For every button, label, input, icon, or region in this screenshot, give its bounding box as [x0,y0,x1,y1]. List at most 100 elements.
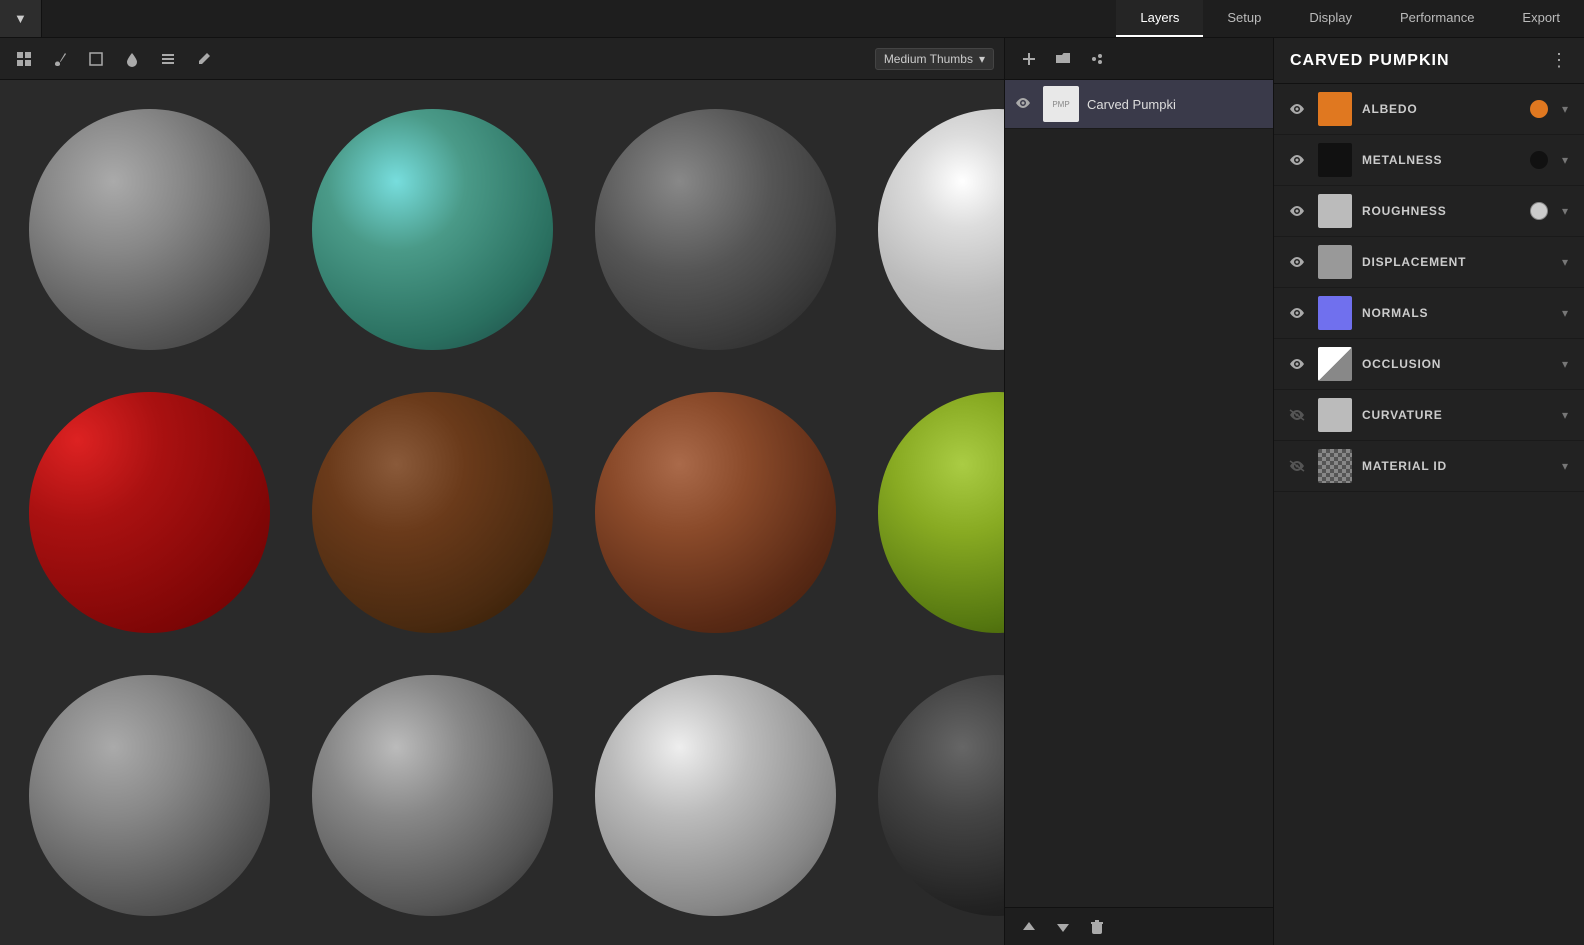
channel-normals[interactable]: NORMALS ▾ [1274,288,1584,339]
sphere-preview [878,109,1004,349]
square-icon[interactable] [82,45,110,73]
list-item[interactable] [291,88,574,371]
channel-material-id[interactable]: MATERIAL ID ▾ [1274,441,1584,492]
roughness-expand-icon[interactable]: ▾ [1558,204,1572,218]
metalness-label: METALNESS [1362,153,1520,167]
nav-dropdown[interactable]: ▼ [0,0,42,37]
channel-roughness[interactable]: ROUGHNESS ▾ [1274,186,1584,237]
displacement-eye-icon[interactable] [1286,256,1308,268]
channel-displacement[interactable]: DISPLACEMENT ▾ [1274,237,1584,288]
tab-layers[interactable]: Layers [1116,0,1203,37]
pencil-icon[interactable] [190,45,218,73]
list-item[interactable] [8,88,291,371]
nav-tabs: Layers Setup Display Performance Export [1116,0,1584,37]
materials-panel: Medium Thumbs ▾ [0,38,1004,945]
curvature-eye-icon[interactable] [1286,409,1308,421]
tab-setup[interactable]: Setup [1203,0,1285,37]
occlusion-label: OCCLUSION [1362,357,1548,371]
layers-panel: PMP Carved Pumpki [1004,38,1274,945]
normals-label: NORMALS [1362,306,1548,320]
tab-display[interactable]: Display [1285,0,1376,37]
list-item[interactable] [857,654,1004,937]
material-id-expand-icon[interactable]: ▾ [1558,459,1572,473]
main-area: Medium Thumbs ▾ [0,38,1584,945]
normals-thumbnail [1318,296,1352,330]
add-layer-icon[interactable] [1015,45,1043,73]
channel-curvature[interactable]: CURVATURE ▾ [1274,390,1584,441]
sphere-preview [312,392,552,632]
dropdown-chevron-icon: ▾ [979,52,985,66]
occlusion-expand-icon[interactable]: ▾ [1558,357,1572,371]
material-id-eye-icon[interactable] [1286,460,1308,472]
roughness-label: ROUGHNESS [1362,204,1520,218]
occlusion-thumbnail [1318,347,1352,381]
sphere-preview [595,109,835,349]
list-item[interactable] [574,371,857,654]
properties-panel: CARVED PUMPKIN ⋮ ALBEDO ▾ [1274,38,1584,945]
tab-performance[interactable]: Performance [1376,0,1498,37]
materials-toolbar: Medium Thumbs ▾ [0,38,1004,80]
albedo-expand-icon[interactable]: ▾ [1558,102,1572,116]
list-item[interactable] [291,371,574,654]
occlusion-eye-icon[interactable] [1286,358,1308,370]
layers-toolbar [1005,38,1273,80]
metalness-expand-icon[interactable]: ▾ [1558,153,1572,167]
normals-eye-icon[interactable] [1286,307,1308,319]
metalness-eye-icon[interactable] [1286,154,1308,166]
displacement-label: DISPLACEMENT [1362,255,1548,269]
move-up-icon[interactable] [1015,913,1043,941]
list-item[interactable] [574,654,857,937]
list-item[interactable] [291,654,574,937]
list-item[interactable] [857,371,1004,654]
albedo-thumbnail [1318,92,1352,126]
materials-grid [0,80,1004,945]
displacement-expand-icon[interactable]: ▾ [1558,255,1572,269]
sphere-preview [878,392,1004,632]
delete-icon[interactable] [1083,913,1111,941]
props-menu-button[interactable]: ⋮ [1550,50,1568,71]
metalness-swatch[interactable] [1530,151,1548,169]
layer-item[interactable]: PMP Carved Pumpki [1005,80,1273,129]
displacement-thumbnail [1318,245,1352,279]
albedo-eye-icon[interactable] [1286,103,1308,115]
metalness-thumbnail [1318,143,1352,177]
grid-icon[interactable] [10,45,38,73]
sphere-preview [312,109,552,349]
drop-icon[interactable] [118,45,146,73]
add-folder-icon[interactable] [1049,45,1077,73]
sphere-preview [29,109,269,349]
layer-thumbnail: PMP [1043,86,1079,122]
roughness-eye-icon[interactable] [1286,205,1308,217]
roughness-swatch[interactable] [1530,202,1548,220]
channel-albedo[interactable]: ALBEDO ▾ [1274,84,1584,135]
layers-small-icon[interactable] [154,45,182,73]
sphere-preview [595,675,835,915]
brush-icon[interactable] [46,45,74,73]
effects-icon[interactable] [1083,45,1111,73]
channel-metalness[interactable]: METALNESS ▾ [1274,135,1584,186]
dropdown-arrow-icon: ▼ [14,11,27,26]
tab-export[interactable]: Export [1498,0,1584,37]
roughness-thumbnail [1318,194,1352,228]
top-nav: ▼ Layers Setup Display Performance Expor… [0,0,1584,38]
material-id-thumbnail [1318,449,1352,483]
normals-expand-icon[interactable]: ▾ [1558,306,1572,320]
sphere-preview [878,675,1004,915]
layers-bottom-toolbar [1005,907,1273,945]
list-item[interactable] [857,88,1004,371]
curvature-label: CURVATURE [1362,408,1548,422]
list-item[interactable] [8,371,291,654]
channel-occlusion[interactable]: OCCLUSION ▾ [1274,339,1584,390]
curvature-thumbnail [1318,398,1352,432]
albedo-swatch[interactable] [1530,100,1548,118]
layer-name: Carved Pumpki [1087,97,1263,112]
list-item[interactable] [8,654,291,937]
thumb-size-select[interactable]: Medium Thumbs ▾ [875,48,994,70]
props-header: CARVED PUMPKIN ⋮ [1274,38,1584,84]
sphere-preview [312,675,552,915]
list-item[interactable] [574,88,857,371]
eye-visible-icon[interactable] [1015,97,1035,112]
sphere-preview [29,392,269,632]
move-down-icon[interactable] [1049,913,1077,941]
curvature-expand-icon[interactable]: ▾ [1558,408,1572,422]
